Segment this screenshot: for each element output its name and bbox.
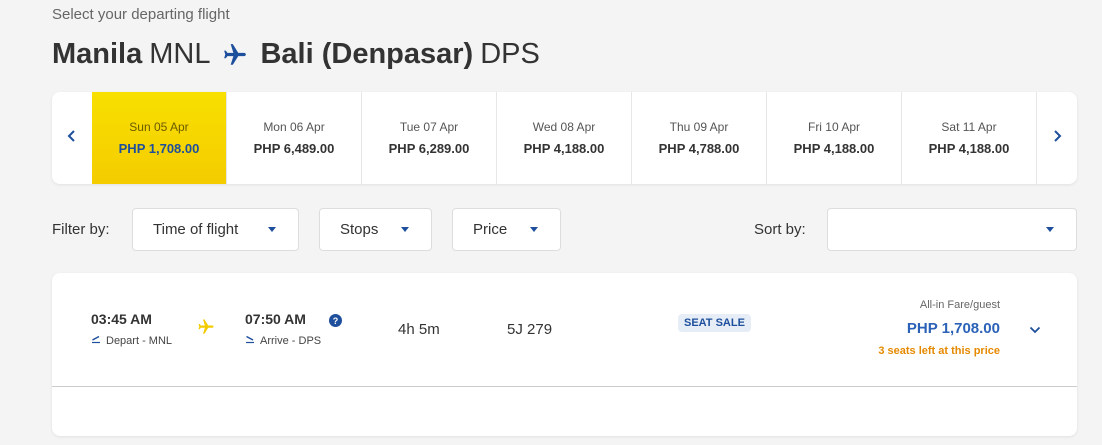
depart-time: 03:45 AM xyxy=(91,311,152,327)
fare-label: All-in Fare/guest xyxy=(919,299,1000,311)
dest-city: Bali (Denpasar) xyxy=(260,38,474,70)
date-price: PHP 4,788.00 xyxy=(658,141,740,156)
flight-duration: 4h 5m xyxy=(398,321,440,338)
card-divider xyxy=(52,386,1077,387)
seat-sale-badge: SEAT SALE xyxy=(678,314,751,332)
sort-label: Sort by: xyxy=(754,221,806,238)
date-label: Sat 11 Apr xyxy=(941,120,997,134)
date-price: PHP 4,188.00 xyxy=(928,141,1010,156)
arrive-info: Arrive - DPS xyxy=(245,334,321,347)
date-price: PHP 6,489.00 xyxy=(253,141,335,156)
date-price: PHP 6,289.00 xyxy=(388,141,470,156)
stops-dropdown[interactable]: Stops xyxy=(319,208,432,251)
flight-card[interactable]: 03:45 AM Depart - MNL 07:50 AM ? Arrive … xyxy=(52,273,1077,436)
dropdown-label: Price xyxy=(473,221,508,238)
date-tab-thu-09-apr[interactable]: Thu 09 Apr PHP 4,788.00 xyxy=(632,92,767,184)
page-subtitle: Select your departing flight xyxy=(52,6,230,23)
dropdown-label: Stops xyxy=(340,221,379,238)
help-icon[interactable]: ? xyxy=(329,314,342,327)
chevron-down-icon[interactable] xyxy=(1029,321,1041,339)
flight-number: 5J 279 xyxy=(507,321,553,338)
date-tab-sat-11-apr[interactable]: Sat 11 Apr PHP 4,188.00 xyxy=(902,92,1037,184)
prev-dates-button[interactable] xyxy=(52,92,92,184)
date-label: Sun 05 Apr xyxy=(129,120,189,134)
date-label: Fri 10 Apr xyxy=(807,120,861,134)
route-title: Manila MNL Bali (Denpasar) DPS xyxy=(52,38,540,71)
arrive-time: 07:50 AM xyxy=(245,311,306,327)
date-label: Tue 07 Apr xyxy=(399,120,459,134)
date-carousel: Sun 05 Apr PHP 1,708.00 Mon 06 Apr PHP 6… xyxy=(52,92,1077,184)
caret-down-icon xyxy=(268,227,276,232)
origin-code: MNL xyxy=(149,38,211,70)
filter-label: Filter by: xyxy=(52,221,110,238)
chevron-right-icon xyxy=(1052,129,1062,148)
chevron-left-icon xyxy=(67,129,77,148)
fare-price[interactable]: PHP 1,708.00 xyxy=(907,320,1000,337)
caret-down-icon xyxy=(1046,227,1054,232)
depart-info: Depart - MNL xyxy=(91,334,172,347)
time-of-flight-dropdown[interactable]: Time of flight xyxy=(132,208,299,251)
next-dates-button[interactable] xyxy=(1037,92,1077,184)
dropdown-label: Time of flight xyxy=(153,221,239,238)
caret-down-icon xyxy=(401,227,409,232)
date-label: Thu 09 Apr xyxy=(669,120,729,134)
sort-dropdown[interactable] xyxy=(827,208,1077,251)
airplane-icon xyxy=(197,318,215,341)
date-tab-tue-07-apr[interactable]: Tue 07 Apr PHP 6,289.00 xyxy=(362,92,497,184)
date-tab-sun-05-apr[interactable]: Sun 05 Apr PHP 1,708.00 xyxy=(92,92,227,184)
price-dropdown[interactable]: Price xyxy=(452,208,561,251)
date-tab-wed-08-apr[interactable]: Wed 08 Apr PHP 4,188.00 xyxy=(497,92,632,184)
date-label: Wed 08 Apr xyxy=(532,120,596,134)
depart-label: Depart - MNL xyxy=(106,334,173,347)
date-price: PHP 1,708.00 xyxy=(118,141,200,156)
departure-icon xyxy=(91,334,106,347)
date-price: PHP 4,188.00 xyxy=(793,141,875,156)
date-tab-mon-06-apr[interactable]: Mon 06 Apr PHP 6,489.00 xyxy=(227,92,362,184)
seats-left-notice: 3 seats left at this price xyxy=(878,345,1000,357)
arrival-icon xyxy=(245,334,260,347)
arrive-label: Arrive - DPS xyxy=(260,334,322,347)
airplane-icon xyxy=(222,42,248,68)
dest-code: DPS xyxy=(480,38,540,70)
date-tab-fri-10-apr[interactable]: Fri 10 Apr PHP 4,188.00 xyxy=(767,92,902,184)
date-label: Mon 06 Apr xyxy=(263,120,325,134)
date-price: PHP 4,188.00 xyxy=(523,141,605,156)
origin-city: Manila xyxy=(52,38,143,70)
caret-down-icon xyxy=(530,227,538,232)
